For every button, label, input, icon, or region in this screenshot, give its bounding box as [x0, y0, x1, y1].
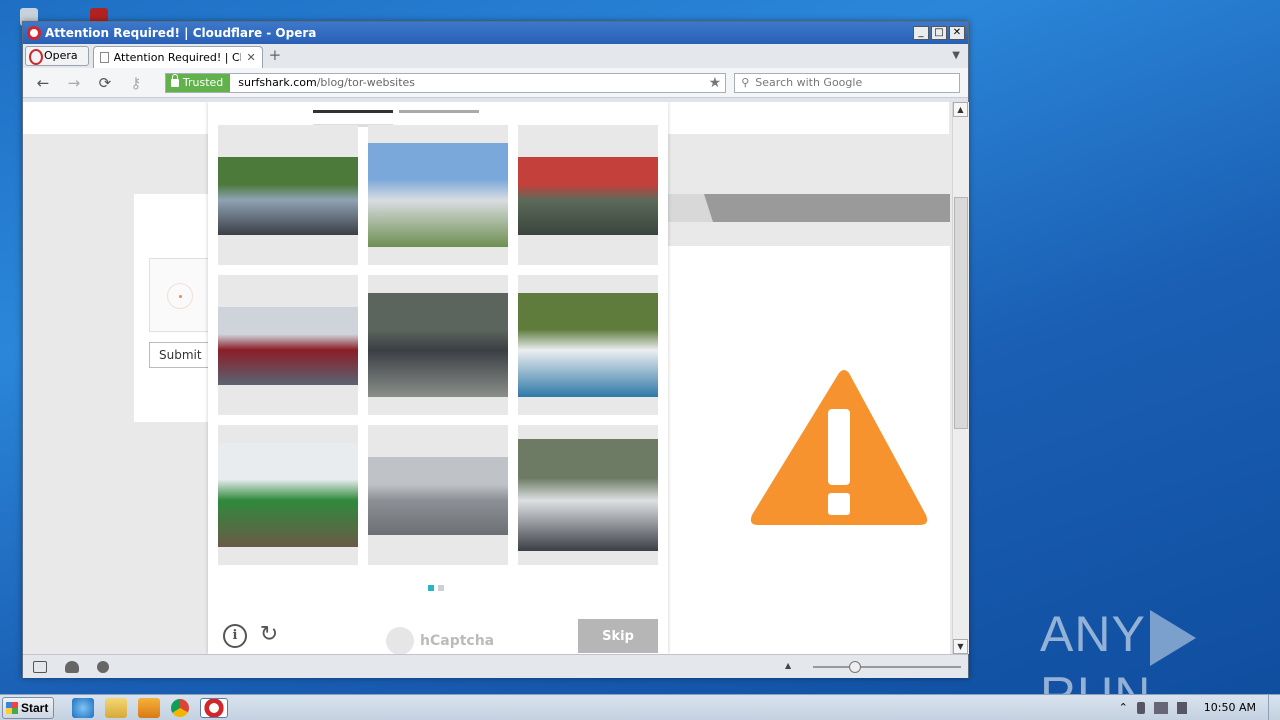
page-tab-shape: [668, 194, 713, 222]
hcaptcha-logo: hCaptcha: [386, 627, 494, 654]
scroll-up-icon[interactable]: ▲: [953, 102, 968, 117]
close-button[interactable]: ✕: [949, 26, 965, 40]
search-input[interactable]: ⚲ Search with Google: [734, 72, 960, 93]
captcha-image-cell[interactable]: [218, 425, 358, 565]
volume-icon[interactable]: [1136, 701, 1145, 714]
zoom-slider-knob[interactable]: [849, 661, 861, 673]
explorer-taskbar-icon[interactable]: [105, 697, 127, 718]
panel-toggle-icon[interactable]: [33, 660, 47, 673]
hcaptcha-brand-text: hCaptcha: [420, 633, 495, 649]
captcha-image-military-trucks: [518, 157, 658, 235]
window-title: Attention Required! | Cloudflare - Opera: [45, 26, 317, 40]
opera-taskbar-icon[interactable]: [200, 697, 228, 718]
key-icon[interactable]: ⚷: [124, 74, 148, 92]
page-indicator: [428, 585, 444, 591]
warning-bar: [828, 409, 850, 485]
info-icon[interactable]: i: [223, 624, 247, 648]
chrome-taskbar-icon[interactable]: [171, 698, 189, 717]
captcha-image-cell[interactable]: [218, 275, 358, 415]
hcaptcha-mark-icon: [386, 627, 414, 654]
maximize-button[interactable]: □: [931, 26, 947, 40]
tray-expand-icon[interactable]: ⌃: [1119, 701, 1128, 714]
back-icon[interactable]: ←: [31, 74, 55, 92]
warning-icon: [750, 370, 928, 525]
show-desktop-button[interactable]: [1268, 694, 1280, 720]
zoom-up-icon[interactable]: ▲: [785, 661, 791, 670]
scroll-down-icon[interactable]: ▼: [953, 639, 968, 654]
refresh-icon[interactable]: ↻: [257, 624, 281, 648]
page-nav-strip: [668, 194, 950, 222]
captcha-image-white-sedan-crash: [518, 293, 658, 397]
status-bar: ▲: [23, 654, 968, 678]
title-bar[interactable]: Attention Required! | Cloudflare - Opera…: [23, 22, 968, 44]
ie-taskbar-icon[interactable]: [72, 697, 94, 718]
page-dot[interactable]: [438, 585, 444, 591]
url-field[interactable]: Trusted surfshark.com/blog/tor-websites …: [164, 72, 727, 93]
action-center-flag-icon[interactable]: [1176, 701, 1187, 714]
captcha-image-car-rear-wet-road: [368, 293, 508, 397]
zoom-slider-track[interactable]: [813, 666, 961, 668]
tab-title: Attention Required! | Clo...: [113, 51, 242, 64]
taskbar: Start ⌃ 10:50 AM: [0, 694, 1280, 720]
network-icon[interactable]: [1153, 701, 1168, 714]
challenge-prompt-strip: [313, 102, 563, 127]
hcaptcha-challenge: i ↻ hCaptcha Skip: [208, 102, 668, 654]
captcha-image-high-speed-train: [218, 307, 358, 385]
captcha-image-cell[interactable]: [518, 125, 658, 265]
minimize-button[interactable]: _: [913, 26, 929, 40]
captcha-image-cell[interactable]: [368, 275, 508, 415]
vertical-scrollbar[interactable]: ▲ ▼: [952, 102, 969, 654]
windows-logo-icon: [6, 701, 18, 714]
captcha-image-cyclists-race: [218, 157, 358, 235]
browser-window: Attention Required! | Cloudflare - Opera…: [22, 21, 969, 678]
system-tray: ⌃ 10:50 AM: [1119, 701, 1268, 714]
reload-icon[interactable]: ⟳: [93, 74, 117, 92]
trusted-badge[interactable]: Trusted: [165, 73, 231, 92]
tab-active[interactable]: Attention Required! | Clo... ✕: [92, 46, 263, 68]
cloud-icon[interactable]: [65, 660, 79, 673]
captcha-image-cell[interactable]: [218, 125, 358, 265]
page-icon: [99, 52, 109, 63]
opera-menu-button[interactable]: Opera: [25, 46, 89, 66]
lock-icon: [170, 73, 179, 87]
loading-spinner-icon: [167, 283, 193, 309]
tab-close-icon[interactable]: ✕: [246, 51, 255, 64]
watermark-text-left: ANY: [1040, 606, 1146, 662]
start-button[interactable]: Start: [2, 696, 54, 719]
captcha-image-propeller-airplane: [368, 143, 508, 247]
image-grid: [218, 125, 658, 565]
captcha-image-cell[interactable]: [518, 425, 658, 565]
new-tab-icon[interactable]: +: [269, 46, 282, 64]
skip-button[interactable]: Skip: [578, 619, 658, 653]
search-icon: ⚲: [741, 76, 750, 89]
url-host: surfshark.com: [238, 76, 317, 89]
page-dot[interactable]: [428, 585, 434, 591]
captcha-image-turboprop-plane: [368, 457, 508, 535]
captcha-image-cell[interactable]: [518, 275, 658, 415]
url-path: /blog/tor-websites: [316, 76, 416, 89]
captcha-image-cell[interactable]: [368, 425, 508, 565]
start-label: Start: [21, 700, 49, 715]
captcha-image-cell[interactable]: [368, 125, 508, 265]
scroll-thumb[interactable]: [954, 197, 968, 429]
trusted-label: Trusted: [182, 76, 224, 89]
captcha-image-man-near-bus: [518, 439, 658, 551]
tab-bar: Opera Attention Required! | Clo... ✕ + ▼: [23, 44, 968, 68]
bookmark-star-icon[interactable]: ★: [709, 75, 726, 91]
opera-logo-icon: [27, 26, 41, 40]
url-text[interactable]: surfshark.com/blog/tor-websites: [230, 76, 708, 89]
media-player-taskbar-icon[interactable]: [138, 697, 160, 718]
play-icon: [1149, 609, 1196, 666]
forward-icon[interactable]: →: [62, 74, 86, 92]
captcha-image-delivery-truck: [218, 443, 358, 547]
clock[interactable]: 10:50 AM: [1204, 701, 1256, 714]
captcha-footer: i ↻ hCaptcha Skip: [208, 610, 668, 654]
warning-dot: [828, 493, 850, 515]
address-bar: ← → ⟳ ⚷ Trusted surfshark.com/blog/tor-w…: [23, 68, 968, 98]
search-placeholder: Search with Google: [755, 76, 863, 89]
page-viewport: Submit i ↻ hCaptcha Skip: [23, 102, 952, 654]
tab-menu-icon[interactable]: ▼: [952, 50, 960, 61]
speed-dial-icon[interactable]: [97, 660, 109, 673]
